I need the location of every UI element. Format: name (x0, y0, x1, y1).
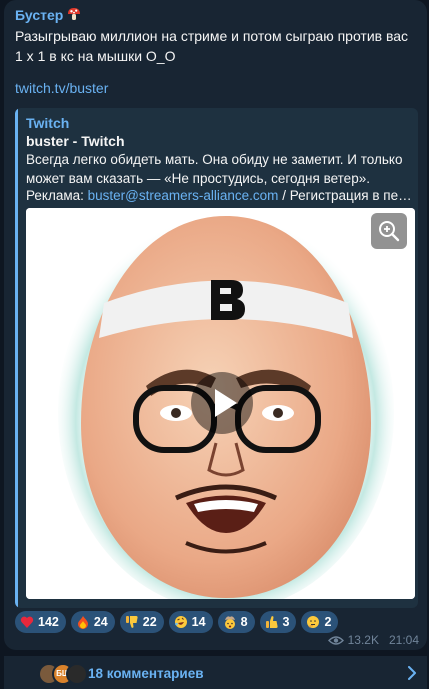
author-name[interactable]: Бустер (15, 7, 63, 23)
thumbs-down-icon (125, 616, 138, 628)
commenter-avatar (66, 663, 88, 685)
message-meta: 13.2K 21:04 (327, 633, 419, 647)
exploding-head-icon (224, 616, 235, 629)
preview-accent-bar (15, 108, 18, 608)
views-eye-icon (327, 635, 344, 645)
reaction-count: 2 (324, 615, 332, 629)
reaction-thumbs-up[interactable]: 3 (259, 611, 297, 633)
zoom-in-button[interactable] (371, 213, 407, 249)
message-time: 21:04 (388, 633, 419, 647)
comments-count-label[interactable]: 18 комментариев (88, 666, 204, 681)
message-text: Разыгрываю миллион на стриме и потом сыг… (15, 28, 409, 64)
reaction-count: 24 (93, 615, 108, 629)
reaction-heart[interactable]: 142 (15, 611, 66, 633)
preview-ad-email[interactable]: buster@streamers-alliance.com (88, 188, 279, 203)
reactions-bar: 142 24 22 14 8 3 2 (15, 611, 339, 633)
play-icon (215, 389, 237, 417)
red-heart-icon (20, 616, 34, 628)
reaction-count: 142 (38, 615, 59, 629)
reaction-count: 8 (240, 615, 248, 629)
thumbs-up-icon (265, 616, 278, 628)
reaction-count: 22 (142, 615, 157, 629)
reaction-count: 3 (282, 615, 290, 629)
zoom-in-icon (379, 221, 400, 242)
reaction-thinking[interactable]: 2 (301, 611, 339, 633)
preview-site-name: Twitch (26, 115, 70, 131)
reaction-exploding-head[interactable]: 8 (217, 611, 255, 633)
mushroom-icon (68, 8, 81, 20)
preview-ad-line: Реклама: buster@streamers-alliance.com /… (26, 186, 412, 205)
message-bubble: Бустер Разыгрываю миллион на стриме и по… (4, 0, 427, 650)
comments-bar[interactable]: БШ 18 комментариев (4, 655, 427, 689)
reaction-rofl[interactable]: 14 (168, 611, 213, 633)
message-link[interactable]: twitch.tv/buster (15, 80, 108, 96)
fire-icon (77, 616, 88, 629)
rofl-icon (174, 616, 187, 628)
thinking-face-icon (307, 616, 320, 628)
views-count: 13.2K (347, 633, 379, 647)
preview-description: Всегда легко обидеть мать. Она обиду не … (26, 152, 403, 186)
preview-ad-rest: / Регистрация в пере... (278, 188, 412, 203)
play-button[interactable] (191, 372, 253, 434)
channel-author[interactable]: Бустер (15, 7, 81, 23)
link-preview[interactable]: Twitch buster - Twitch Всегда легко обид… (15, 108, 418, 608)
preview-ad-label: Реклама: (26, 188, 88, 203)
reaction-count: 14 (191, 615, 206, 629)
preview-title: buster - Twitch (26, 133, 125, 149)
chevron-right-icon[interactable] (407, 666, 417, 680)
preview-media[interactable] (26, 208, 415, 599)
reaction-thumbs-down[interactable]: 22 (119, 611, 164, 633)
reaction-fire[interactable]: 24 (70, 611, 115, 633)
